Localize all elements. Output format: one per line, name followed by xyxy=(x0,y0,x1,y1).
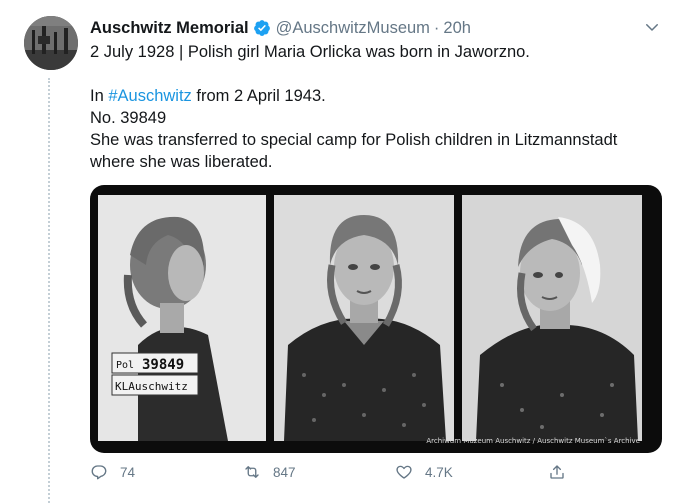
media-image[interactable]: Pol 39849 KLAuschwitz Archiwum Muzeum Au… xyxy=(90,185,662,453)
tweet-actions: 74 847 4.7K xyxy=(90,463,650,491)
tweet-text: 2 July 1928 | Polish girl Maria Orlicka … xyxy=(90,41,660,173)
photo-three-quarter xyxy=(462,195,642,441)
hashtag-link[interactable]: #Auschwitz xyxy=(108,87,191,105)
placard-number: 39849 xyxy=(142,357,184,373)
tweet-line-2-suffix: from 2 April 1943. xyxy=(191,87,326,105)
reply-count: 74 xyxy=(120,464,136,480)
timestamp[interactable]: 20h xyxy=(443,19,471,38)
avatar-image xyxy=(24,16,78,70)
display-name[interactable]: Auschwitz Memorial xyxy=(90,19,249,38)
photo-credit: Archiwum Muzeum Auschwitz / Auschwitz Mu… xyxy=(426,437,640,445)
tweet-line-5: where she was liberated. xyxy=(90,153,273,171)
avatar[interactable] xyxy=(24,16,78,70)
retweet-button[interactable]: 847 xyxy=(243,463,296,481)
heart-icon xyxy=(396,465,412,479)
photo-frontal xyxy=(274,195,454,441)
thread-line xyxy=(48,78,52,503)
verified-badge-icon xyxy=(253,20,270,36)
chevron-down-icon[interactable] xyxy=(643,18,661,36)
tweet-line-2-prefix: In xyxy=(90,87,109,105)
placard-camp: KLAuschwitz xyxy=(115,380,188,393)
like-button[interactable]: 4.7K xyxy=(395,463,453,481)
tweet-line-2: In #Auschwitz from 2 April 1943. xyxy=(90,85,660,107)
placard-prefix: Pol xyxy=(116,360,134,371)
share-icon xyxy=(550,465,564,479)
photo-profile: Pol 39849 KLAuschwitz xyxy=(98,195,266,441)
retweet-icon xyxy=(245,466,259,478)
reply-button[interactable]: 74 xyxy=(90,463,135,481)
tweet-line-3: No. 39849 xyxy=(90,109,167,127)
tweet-line-1: 2 July 1928 | Polish girl Maria Orlicka … xyxy=(90,43,530,61)
reply-icon xyxy=(91,465,107,480)
tweet-header: Auschwitz Memorial @AuschwitzMuseum · 20… xyxy=(90,16,661,40)
retweet-count: 847 xyxy=(273,464,296,480)
handle[interactable]: @AuschwitzMuseum xyxy=(276,19,430,38)
tweet-line-4: She was transferred to special camp for … xyxy=(90,131,618,149)
share-button[interactable] xyxy=(548,463,578,481)
separator-dot: · xyxy=(433,18,440,37)
like-count: 4.7K xyxy=(425,464,453,480)
